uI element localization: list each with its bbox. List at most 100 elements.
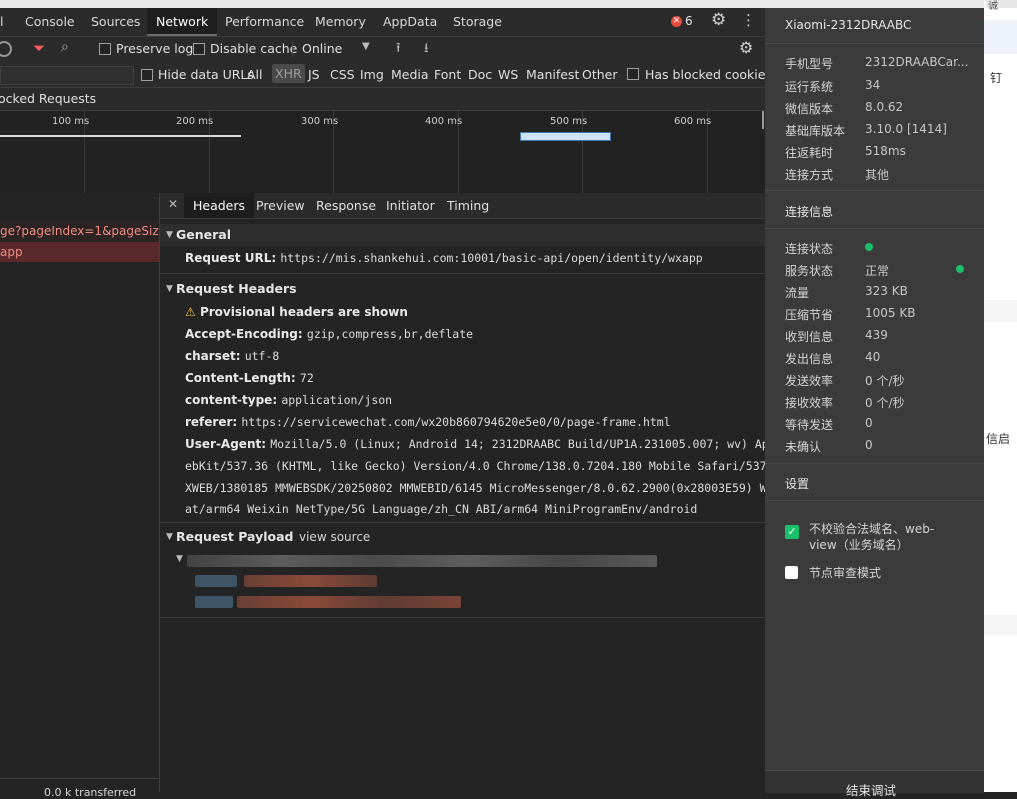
info-value: 8.0.62 — [865, 100, 904, 114]
conn-key: 服务状态 — [785, 264, 834, 278]
triangle-down-icon: ▼ — [166, 532, 173, 542]
search-icon[interactable]: ⌕ — [61, 39, 69, 55]
tick-label: 500 ms — [550, 116, 588, 127]
close-icon[interactable]: ✕ — [168, 197, 178, 211]
throttle-select[interactable]: Online — [302, 41, 342, 56]
info-value: 其他 — [865, 168, 890, 182]
section-request-payload[interactable]: ▼ Request Payload view source — [160, 526, 765, 548]
filter-type-manifest[interactable]: Manifest — [526, 67, 579, 82]
bg-text-2: 钉 — [990, 71, 1003, 85]
filter-type-doc[interactable]: Doc — [468, 67, 492, 82]
import-har-icon[interactable]: ⭱ — [396, 39, 401, 61]
section-request-payload-title: Request Payload — [176, 529, 294, 544]
info-value: 2312DRAABCar... — [865, 55, 969, 69]
view-source-link[interactable]: view source — [299, 526, 370, 548]
filter-type-font[interactable]: Font — [434, 67, 461, 82]
filter-type-media[interactable]: Media — [391, 67, 429, 82]
provisional-warning-text: Provisional headers are shown — [199, 305, 408, 319]
more-menu-icon[interactable]: ⋮ — [741, 11, 756, 29]
settings-gear-icon[interactable]: ⚙ — [711, 10, 726, 30]
node-inspect-label: 节点审查模式 — [809, 566, 882, 580]
request-row-selected[interactable]: app — [0, 242, 159, 262]
header-row: Accept-Encoding: gzip,compress,br,deflat… — [185, 327, 473, 341]
has-blocked-cookies-checkbox[interactable] — [627, 68, 639, 80]
filter-input[interactable] — [0, 66, 134, 85]
header-value: 72 — [299, 371, 314, 385]
network-toolbar: ⏷ ⌕ Preserve log Disable cache Online ▼ … — [0, 37, 765, 64]
filter-type-js[interactable]: JS — [308, 67, 320, 82]
chevron-down-icon[interactable]: ▼ — [362, 41, 370, 52]
header-row: content-type: application/json — [185, 393, 392, 407]
end-debug-button[interactable]: 结束调试 — [765, 770, 984, 798]
end-debug-label: 结束调试 — [846, 783, 897, 798]
tab-preview[interactable]: Preview — [247, 193, 314, 218]
tab-memory[interactable]: Memory — [306, 8, 375, 36]
blocked-requests-bar: ocked Requests — [0, 88, 765, 110]
filter-type-ws[interactable]: WS — [498, 67, 518, 82]
tab-sources[interactable]: Sources — [82, 8, 149, 36]
info-key: 基础库版本 — [785, 124, 846, 138]
info-value: 518ms — [865, 144, 906, 158]
header-value: utf-8 — [244, 349, 280, 363]
skip-domain-check-checkbox[interactable]: ✓ — [785, 525, 799, 539]
redacted-value — [244, 575, 377, 587]
header-key: User-Agent: — [185, 437, 267, 451]
timeline-handle[interactable] — [762, 111, 764, 129]
header-value: application/json — [281, 393, 393, 407]
tab-response[interactable]: Response — [307, 193, 385, 218]
header-row: Content-Length: 72 — [185, 371, 314, 385]
filter-icon[interactable]: ⏷ — [33, 39, 45, 57]
devtools-tab-bar: l Console Sources Network Performance Me… — [0, 8, 765, 37]
section-general[interactable]: ▼ General — [160, 224, 765, 246]
conn-key: 连接状态 — [785, 242, 834, 256]
tick-label: 200 ms — [176, 116, 214, 127]
disable-cache-checkbox[interactable] — [193, 43, 205, 55]
request-row[interactable]: ge?pageIndex=1&pageSize... — [0, 221, 159, 241]
node-inspect-checkbox[interactable] — [785, 566, 798, 579]
filter-type-css[interactable]: CSS — [330, 67, 355, 82]
header-value: https://servicewechat.com/wx20b860794620… — [241, 415, 671, 429]
triangle-down-icon[interactable]: ▼ — [176, 554, 183, 564]
section-request-headers[interactable]: ▼ Request Headers — [160, 278, 765, 300]
conn-value: 0 个/秒 — [865, 396, 905, 410]
conn-key: 收到信息 — [785, 330, 834, 344]
header-value: gzip,compress,br,deflate — [306, 327, 474, 341]
network-settings-gear-icon[interactable]: ⚙ — [739, 38, 753, 57]
clear-icon[interactable] — [0, 41, 12, 57]
user-agent-line-3: XWEB/1380185 MMWEBSDK/20250802 MMWEBID/6… — [185, 481, 788, 495]
section-request-headers-title: Request Headers — [176, 281, 297, 296]
connection-section-title: 连接信息 — [785, 205, 834, 219]
header-key: Content-Length: — [185, 371, 296, 385]
tab-network[interactable]: Network — [147, 8, 218, 36]
disable-cache-label: Disable cache — [210, 41, 298, 56]
header-key: referer: — [185, 415, 238, 429]
filter-type-img[interactable]: Img — [360, 67, 384, 82]
triangle-down-icon: ▼ — [166, 284, 173, 294]
info-key: 手机型号 — [785, 57, 834, 71]
warning-icon: ⚠ — [185, 305, 196, 319]
preserve-log-checkbox[interactable] — [99, 43, 111, 55]
tab-timing[interactable]: Timing — [438, 193, 498, 218]
filter-type-xhr[interactable]: XHR — [272, 64, 305, 83]
skip-domain-check-label: 不校验合法域名、web-view（业务域名） — [809, 522, 935, 552]
tab-headers[interactable]: Headers — [184, 193, 255, 218]
filter-type-all[interactable]: All — [247, 67, 263, 82]
provisional-warning: ⚠ Provisional headers are shown — [185, 305, 408, 319]
export-har-icon[interactable]: ⭳ — [424, 39, 429, 61]
tab-elements[interactable]: l — [0, 8, 12, 36]
filter-type-other[interactable]: Other — [582, 67, 618, 82]
timeline-overview[interactable]: 100 ms 200 ms 300 ms 400 ms 500 ms 600 m… — [0, 110, 765, 194]
conn-value: 0 个/秒 — [865, 374, 905, 388]
conn-key: 压缩节省 — [785, 308, 834, 322]
tab-console[interactable]: Console — [16, 8, 84, 36]
tick-label: 600 ms — [674, 116, 712, 127]
tab-storage[interactable]: Storage — [444, 8, 511, 36]
timeline-bar-1 — [0, 135, 241, 137]
tab-appdata[interactable]: AppData — [374, 8, 446, 36]
hide-data-urls-checkbox[interactable] — [141, 69, 153, 81]
tab-performance[interactable]: Performance — [216, 8, 313, 36]
tab-initiator[interactable]: Initiator — [377, 193, 444, 218]
window-top-strip — [0, 0, 984, 8]
blocked-requests-label[interactable]: ocked Requests — [0, 91, 96, 106]
error-icon[interactable]: ✕ — [671, 16, 682, 27]
